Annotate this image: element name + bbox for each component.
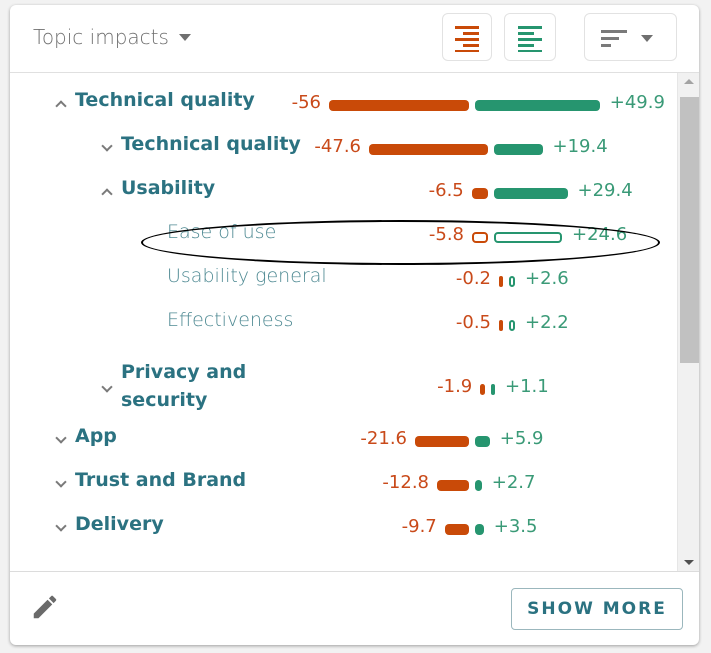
positive-impact-value: +19.4: [552, 136, 608, 157]
scrollbar[interactable]: [677, 73, 699, 571]
chevron-down-icon[interactable]: [55, 476, 67, 488]
topic-label-line: security: [121, 389, 208, 411]
negative-impact-value: -56: [291, 92, 321, 113]
negative-impact-value: -0.5: [455, 312, 491, 333]
sort-lines-icon: [601, 30, 627, 47]
positive-impact-bar[interactable]: [509, 276, 515, 287]
negative-impact-value: -21.6: [360, 428, 407, 449]
negative-impact-bar[interactable]: [499, 276, 503, 287]
negative-impact-bar[interactable]: [444, 524, 469, 535]
positive-impact-bar[interactable]: [475, 436, 490, 447]
positive-impact-value: +24.6: [572, 224, 628, 245]
align-right-lines-icon: [455, 26, 479, 52]
negative-impact-value: -1.9: [437, 376, 473, 397]
positive-impact-bar[interactable]: [494, 188, 568, 199]
positive-impact-value: +49.9: [609, 92, 665, 113]
negative-impact-value: -5.8: [428, 224, 464, 245]
scroll-up-arrow-icon[interactable]: [684, 79, 694, 84]
negative-impact-bar[interactable]: [480, 384, 485, 395]
topic-impacts-dropdown[interactable]: Topic impacts: [33, 25, 191, 49]
show-more-button[interactable]: SHOW MORE: [511, 588, 683, 630]
positive-impact-bar[interactable]: [475, 524, 484, 535]
topic-impacts-card: Topic impacts Technical quality -56 +49.…: [10, 5, 699, 645]
topic-label[interactable]: Usability general: [167, 265, 327, 287]
negative-impact-bar[interactable]: [499, 320, 503, 331]
negative-impact-value: -6.5: [428, 180, 464, 201]
negative-impact-value: -47.6: [314, 136, 361, 157]
sort-options-dropdown[interactable]: [584, 13, 677, 61]
negative-impact-bar[interactable]: [415, 436, 469, 447]
topic-label[interactable]: Trust and Brand: [75, 469, 246, 491]
positive-impact-value: +2.6: [525, 268, 569, 289]
topic-label[interactable]: Effectiveness: [167, 309, 293, 331]
positive-impact-bar[interactable]: [494, 144, 543, 155]
topic-label[interactable]: Technical quality: [121, 133, 301, 155]
topic-label[interactable]: Usability: [121, 177, 215, 199]
negative-impact-value: -12.8: [382, 472, 429, 493]
positive-impact-value: +2.2: [525, 312, 569, 333]
topic-label[interactable]: Technical quality: [75, 89, 255, 111]
positive-impact-value: +1.1: [505, 376, 549, 397]
sort-by-positive-button[interactable]: [504, 13, 556, 61]
sort-by-negative-button[interactable]: [442, 13, 492, 61]
positive-impact-bar[interactable]: [491, 384, 495, 395]
positive-impact-value: +5.9: [499, 428, 544, 449]
positive-impact-bar[interactable]: [509, 320, 515, 331]
card-header: Topic impacts: [10, 5, 699, 73]
card-title: Topic impacts: [33, 25, 169, 49]
positive-impact-bar[interactable]: [475, 100, 600, 111]
negative-impact-value: -9.7: [401, 516, 437, 537]
chevron-down-icon[interactable]: [101, 381, 113, 393]
positive-impact-bar[interactable]: [475, 480, 482, 491]
topic-label[interactable]: Ease of use: [167, 221, 276, 243]
topic-label[interactable]: App: [75, 425, 117, 447]
negative-impact-bar[interactable]: [472, 232, 488, 243]
chevron-up-icon[interactable]: [101, 188, 113, 200]
negative-impact-bar[interactable]: [329, 100, 469, 111]
negative-impact-bar[interactable]: [437, 480, 469, 491]
positive-impact-bar[interactable]: [494, 232, 562, 243]
chevron-down-icon[interactable]: [101, 140, 113, 152]
positive-impact-value: +3.5: [493, 516, 538, 537]
align-left-lines-icon: [518, 26, 542, 52]
topic-label[interactable]: Delivery: [75, 513, 164, 535]
chevron-down-icon[interactable]: [55, 432, 67, 444]
chevron-down-icon[interactable]: [55, 520, 67, 532]
topic-label-line: Privacy and: [121, 361, 247, 383]
negative-impact-bar[interactable]: [369, 144, 488, 155]
card-footer: SHOW MORE: [10, 571, 699, 646]
chevron-up-icon[interactable]: [55, 100, 67, 112]
topic-label[interactable]: Privacy and security: [121, 358, 246, 414]
positive-impact-value: +29.4: [577, 180, 633, 201]
positive-impact-value: +2.7: [491, 472, 536, 493]
pencil-icon[interactable]: [30, 592, 60, 622]
negative-impact-value: -0.2: [455, 268, 491, 289]
chevron-down-icon: [641, 35, 653, 42]
negative-impact-bar[interactable]: [471, 188, 488, 199]
topic-list: Technical quality -56 +49.9 Technical quali…: [10, 73, 699, 571]
scroll-down-arrow-icon[interactable]: [684, 560, 694, 565]
scrollbar-thumb[interactable]: [680, 97, 699, 363]
caret-down-icon: [178, 33, 191, 41]
